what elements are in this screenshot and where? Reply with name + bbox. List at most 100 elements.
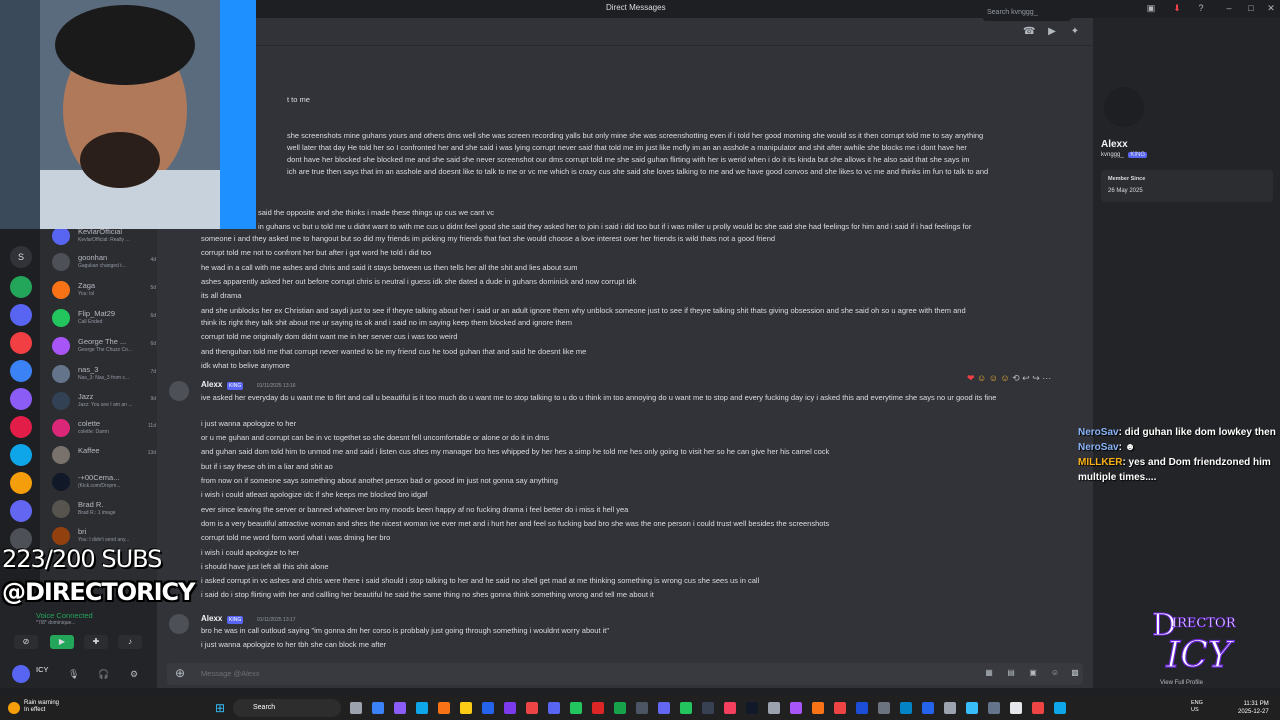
language-indicator[interactable]: ENG US xyxy=(1191,700,1203,714)
app-icon[interactable] xyxy=(988,702,1000,714)
dm-item[interactable]: Flip_Mat29 Call Ended 6d xyxy=(52,307,156,333)
video-icon[interactable]: ▶ xyxy=(1046,26,1058,38)
dm-time: 13d xyxy=(147,450,156,456)
overlay-chat-line: MILLKER: yes and Dom friendzoned him mul… xyxy=(1078,457,1271,483)
weather-icon[interactable] xyxy=(8,702,20,714)
app-icon[interactable] xyxy=(922,702,934,714)
taskbar-search[interactable]: Search xyxy=(233,699,341,717)
app-icon[interactable] xyxy=(438,702,450,714)
server-icon[interactable] xyxy=(10,472,32,494)
app-icon[interactable] xyxy=(1010,702,1022,714)
dm-item[interactable]: Jazz Jazz: You see I am an ... 9d xyxy=(52,390,156,416)
sticker-icon[interactable]: ▣ xyxy=(1027,668,1039,680)
maximize-icon[interactable]: □ xyxy=(1246,3,1256,13)
dm-item[interactable]: -+00Cema... (Kick.com/Dropm... xyxy=(52,471,156,497)
app-icon[interactable] xyxy=(900,702,912,714)
screen-share-button[interactable]: ▶ xyxy=(50,635,74,649)
app-icon[interactable] xyxy=(1032,702,1044,714)
video-off-button[interactable]: ⊘ xyxy=(14,635,38,649)
dm-item[interactable]: George The ... George The Chuzz Co... 6d xyxy=(52,335,156,361)
apps-icon[interactable]: ▩ xyxy=(1069,668,1081,680)
app-icon[interactable] xyxy=(526,702,538,714)
dm-item[interactable]: goonhan Gagukan changed t... 4d xyxy=(52,251,156,277)
app-icon[interactable] xyxy=(394,702,406,714)
inbox-icon[interactable]: ▣ xyxy=(1146,3,1156,13)
clock[interactable]: 11:31 PM 2025-12-27 xyxy=(1238,700,1269,716)
app-icon[interactable] xyxy=(724,702,736,714)
app-icon[interactable] xyxy=(350,702,362,714)
app-icon[interactable] xyxy=(482,702,494,714)
settings-icon[interactable]: ⚙ xyxy=(130,669,138,680)
server-icon[interactable] xyxy=(10,444,32,466)
server-icon[interactable] xyxy=(10,388,32,410)
user-avatar[interactable] xyxy=(12,665,30,683)
view-full-profile-link[interactable]: View Full Profile xyxy=(1160,680,1203,686)
update-icon[interactable]: ⬇ xyxy=(1172,3,1182,13)
server-icon[interactable] xyxy=(10,416,32,438)
app-icon[interactable] xyxy=(944,702,956,714)
member-since-card: Member Since 26 May 2025 xyxy=(1101,170,1273,202)
dm-name: Zaga xyxy=(78,281,96,290)
search-input[interactable]: Search kvnggg_ xyxy=(983,5,1071,21)
server-icon[interactable] xyxy=(10,304,32,326)
weather-widget[interactable]: Rain warning In effect xyxy=(24,700,59,714)
dm-item[interactable]: Zaga You: lol 5d xyxy=(52,279,156,305)
avatar xyxy=(52,337,70,355)
activities-button[interactable]: ✚ xyxy=(84,635,108,649)
app-icon[interactable] xyxy=(614,702,626,714)
dm-item[interactable]: nas_3 Nas_3: Nas_3 from c... 7d xyxy=(52,363,156,389)
app-icon[interactable] xyxy=(460,702,472,714)
dm-item[interactable]: Brad R. Brad R.: 1 image xyxy=(52,498,156,524)
app-icon[interactable] xyxy=(416,702,428,714)
app-icon[interactable] xyxy=(834,702,846,714)
voice-status[interactable]: Voice Connected xyxy=(36,611,93,620)
dm-item[interactable]: Kaffee 13d xyxy=(52,444,156,470)
gift-icon[interactable]: ▦ xyxy=(983,668,995,680)
app-icon[interactable] xyxy=(680,702,692,714)
gif-icon[interactable]: ▤ xyxy=(1005,668,1017,680)
app-icon[interactable] xyxy=(570,702,582,714)
server-icon[interactable] xyxy=(10,276,32,298)
minimize-icon[interactable]: – xyxy=(1224,3,1234,13)
app-icon[interactable] xyxy=(702,702,714,714)
author-avatar[interactable] xyxy=(169,381,189,401)
app-icon[interactable] xyxy=(768,702,780,714)
start-icon[interactable]: ⊞ xyxy=(215,701,225,715)
app-icon[interactable] xyxy=(878,702,890,714)
app-icon[interactable] xyxy=(746,702,758,714)
server-s[interactable]: S xyxy=(10,246,32,268)
mic-icon[interactable]: 🎙 xyxy=(68,669,79,680)
headset-icon[interactable]: 🎧 xyxy=(98,669,109,680)
help-icon[interactable]: ? xyxy=(1196,3,1206,13)
profile-avatar[interactable] xyxy=(1101,84,1147,130)
user-name[interactable]: ICY xyxy=(36,665,49,674)
pin-icon[interactable]: ✦ xyxy=(1069,26,1081,38)
app-icon[interactable] xyxy=(790,702,802,714)
app-icon[interactable] xyxy=(966,702,978,714)
app-icon[interactable] xyxy=(372,702,384,714)
soundboard-button[interactable]: ♪ xyxy=(118,635,142,649)
server-icon[interactable] xyxy=(10,360,32,382)
server-icon[interactable] xyxy=(10,332,32,354)
app-icon[interactable] xyxy=(592,702,604,714)
message-actions[interactable]: ❤ ☺ ☺ ☺ ⟲ ↩ ↪ ⋯ xyxy=(967,373,1051,384)
app-icon[interactable] xyxy=(504,702,516,714)
emoji-icon[interactable]: ☺ xyxy=(1049,668,1061,680)
discord-taskbar-icon[interactable] xyxy=(548,702,560,714)
message-author[interactable]: Alexx xyxy=(201,614,222,623)
message-input[interactable]: Message @Alexx xyxy=(201,669,259,678)
attach-icon[interactable]: ⊕ xyxy=(175,666,185,680)
close-icon[interactable]: ✕ xyxy=(1266,3,1276,13)
app-icon[interactable] xyxy=(1054,702,1066,714)
call-icon[interactable]: ☎ xyxy=(1023,26,1035,38)
app-icon[interactable] xyxy=(636,702,648,714)
voice-server[interactable]: *7/8* dominique... xyxy=(36,620,75,626)
message-author[interactable]: Alexx xyxy=(201,380,222,389)
server-icon[interactable] xyxy=(10,500,32,522)
dm-item[interactable]: colette colette: Damn 11d xyxy=(52,417,156,443)
app-icon[interactable] xyxy=(812,702,824,714)
overlay-chat-line: NeroSav: ☻ xyxy=(1078,442,1136,453)
author-avatar[interactable] xyxy=(169,614,189,634)
app-icon[interactable] xyxy=(856,702,868,714)
app-icon[interactable] xyxy=(658,702,670,714)
